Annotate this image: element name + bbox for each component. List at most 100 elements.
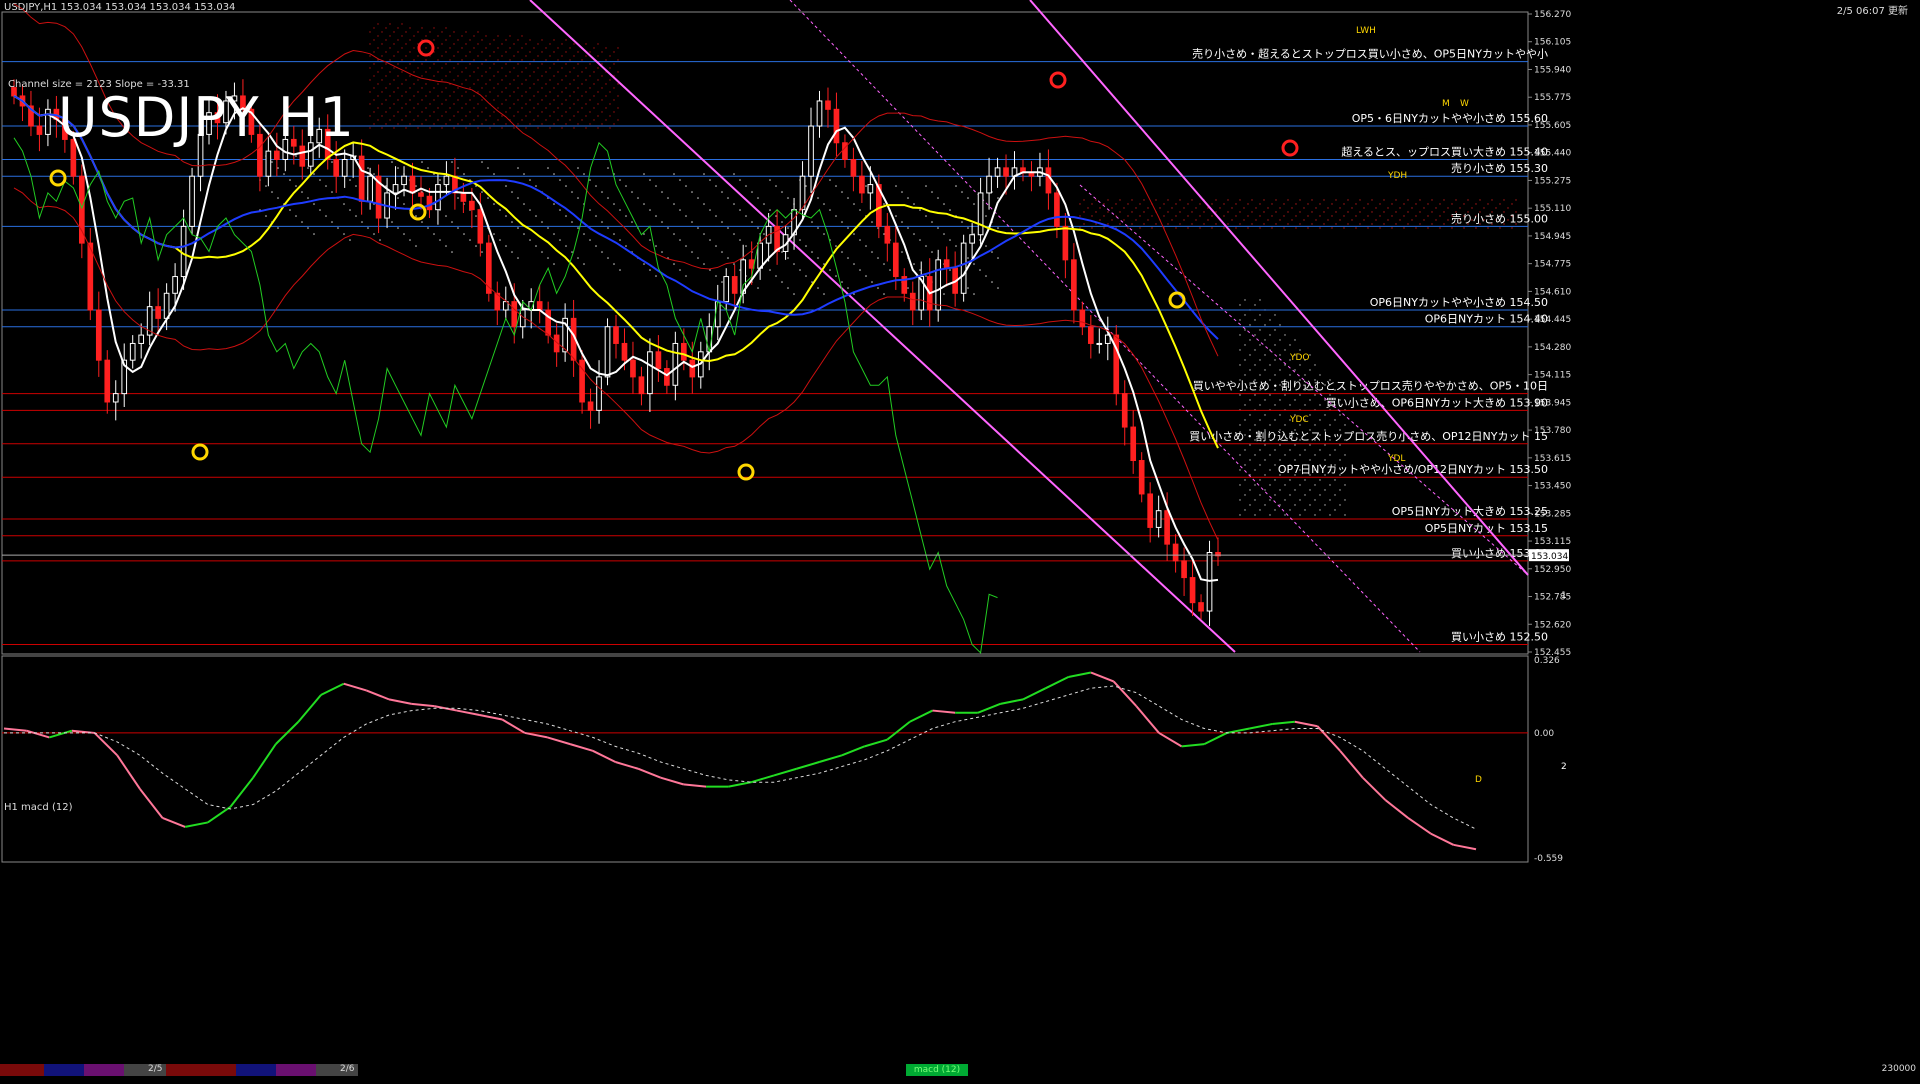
indicator-tab[interactable]: macd (12) <box>906 1064 968 1076</box>
cloud-dot-red <box>405 115 407 117</box>
candle-body <box>358 155 365 202</box>
cloud-dot <box>769 269 771 271</box>
cloud-dot-red <box>425 59 427 61</box>
cloud-dot-red <box>613 87 615 89</box>
cloud-dot-red <box>417 115 419 117</box>
cloud-dot-red <box>1327 207 1329 209</box>
cloud-dot <box>355 215 357 217</box>
cloud-dot <box>1319 419 1321 421</box>
cloud-dot <box>1309 489 1311 491</box>
macd-segment <box>728 781 752 788</box>
cloud-dot <box>655 215 657 217</box>
candle-body <box>1003 167 1009 177</box>
cloud-dot <box>1294 459 1296 461</box>
cloud-dot-red <box>369 67 371 69</box>
cloud-dot-red <box>405 127 407 129</box>
cloud-dot-red <box>1247 227 1249 229</box>
cloud-dot-red <box>545 83 547 85</box>
macd-segment <box>1022 687 1047 701</box>
cloud-dot <box>937 197 939 199</box>
cloud-dot <box>343 203 345 205</box>
cloud-dot-red <box>493 75 495 77</box>
cloud-dot <box>1319 509 1321 511</box>
cloud-dot <box>901 251 903 253</box>
cloud-dot-red <box>385 87 387 89</box>
cloud-dot-red <box>513 103 515 105</box>
cloud-dot-red <box>453 91 455 93</box>
cloud-dot-red <box>409 87 411 89</box>
cloud-dot-red <box>449 59 451 61</box>
cloud-dot <box>853 263 855 265</box>
cloud-dot-red <box>529 87 531 89</box>
cloud-dot <box>349 179 351 181</box>
cloud-dot-red <box>1227 223 1229 225</box>
candle-body <box>367 175 373 202</box>
cloud-dot-red <box>393 43 395 45</box>
y-tick-label: 153.450 <box>1534 482 1571 492</box>
macd-segment <box>1112 680 1138 707</box>
cloud-dot <box>1259 404 1261 406</box>
marker-YDL: YDL <box>1387 454 1405 464</box>
cloud-dot-red <box>445 87 447 89</box>
cloud-dot-red <box>573 67 575 69</box>
cloud-dot <box>529 209 531 211</box>
cloud-dot <box>505 185 507 187</box>
cloud-dot <box>1239 484 1241 486</box>
candle-body <box>536 301 543 311</box>
cloud-dot <box>487 197 489 199</box>
cloud-dot <box>937 227 939 229</box>
candle-body <box>630 359 636 378</box>
cloud-dot <box>841 191 843 193</box>
cloud-dot-red <box>1419 223 1421 225</box>
cloud-dot-red <box>1379 203 1381 205</box>
cloud-dot-red <box>429 91 431 93</box>
cloud-dot <box>679 209 681 211</box>
cloud-dot <box>841 221 843 223</box>
cloud-dot <box>1269 484 1271 486</box>
cloud-dot-red <box>417 91 419 93</box>
cloud-dot <box>541 251 543 253</box>
cloud-dot-red <box>617 47 619 49</box>
cloud-dot-red <box>505 87 507 89</box>
candle-body <box>977 192 984 236</box>
cloud-dot-red <box>1179 199 1181 201</box>
macd-segment <box>773 767 797 777</box>
cloud-dot-red <box>1275 199 1277 201</box>
cloud-dot-red <box>529 63 531 65</box>
cloud-dot-red <box>557 107 559 109</box>
macd-y-tick-label: 0.326 <box>1534 656 1560 666</box>
cloud-dot <box>865 245 867 247</box>
cloud-dot <box>559 209 561 211</box>
cloud-dot <box>1269 319 1271 321</box>
cloud-dot-red <box>1275 223 1277 225</box>
cloud-dot-red <box>517 123 519 125</box>
candle-body <box>833 108 840 144</box>
cloud-dot <box>601 191 603 193</box>
cloud-dot <box>907 197 909 199</box>
cloud-dot-red <box>1079 227 1081 229</box>
cloud-dot-red <box>593 47 595 49</box>
cloud-dot-red <box>1103 227 1105 229</box>
cloud-dot <box>499 209 501 211</box>
cloud-dot <box>649 239 651 241</box>
cloud-dot-red <box>1243 207 1245 209</box>
candle-body <box>850 158 857 177</box>
cloud-dot-red <box>545 107 547 109</box>
cloud-dot-red <box>549 55 551 57</box>
cloud-dot-red <box>545 59 547 61</box>
cloud-dot-red <box>477 91 479 93</box>
macd-segment <box>1272 720 1295 725</box>
candle-body <box>1062 225 1069 261</box>
cloud-dot-red <box>597 115 599 117</box>
cloud-dot <box>1289 494 1291 496</box>
cloud-dot-red <box>401 119 403 121</box>
cloud-dot-red <box>549 43 551 45</box>
macd-segment <box>818 754 843 763</box>
cloud-dot <box>631 221 633 223</box>
cloud-dot <box>655 185 657 187</box>
macd-segment <box>207 805 232 824</box>
cloud-dot <box>949 209 951 211</box>
cloud-dot-red <box>1223 215 1225 217</box>
cloud-dot-red <box>525 115 527 117</box>
cloud-dot <box>865 275 867 277</box>
